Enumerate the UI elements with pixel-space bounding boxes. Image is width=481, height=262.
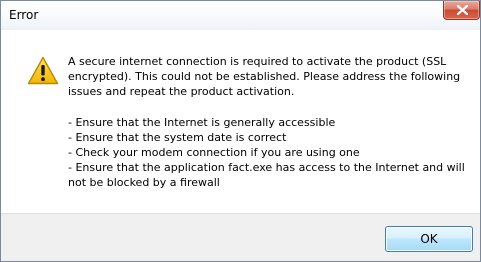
dialog-title: Error bbox=[9, 8, 39, 22]
close-button[interactable] bbox=[443, 1, 480, 20]
button-bar: OK bbox=[1, 213, 480, 261]
error-dialog: Error A secure internet connection is re… bbox=[0, 0, 481, 262]
dialog-content: A secure internet connection is required… bbox=[1, 30, 480, 213]
close-icon bbox=[457, 5, 468, 15]
checklist-item: - Ensure that the system date is correct bbox=[68, 130, 287, 144]
title-bar[interactable]: Error bbox=[1, 1, 480, 30]
checklist-item: - Check your modem connection if you are… bbox=[68, 146, 360, 160]
message-intro: A secure internet connection is required… bbox=[68, 55, 461, 99]
checklist-item: - Ensure that the application fact.exe h… bbox=[68, 161, 465, 190]
warning-icon bbox=[27, 56, 59, 85]
checklist: - Ensure that the Internet is generally … bbox=[68, 115, 473, 191]
error-message: A secure internet connection is required… bbox=[68, 54, 473, 191]
ok-button[interactable]: OK bbox=[385, 226, 473, 252]
checklist-item: - Ensure that the Internet is generally … bbox=[68, 115, 336, 129]
